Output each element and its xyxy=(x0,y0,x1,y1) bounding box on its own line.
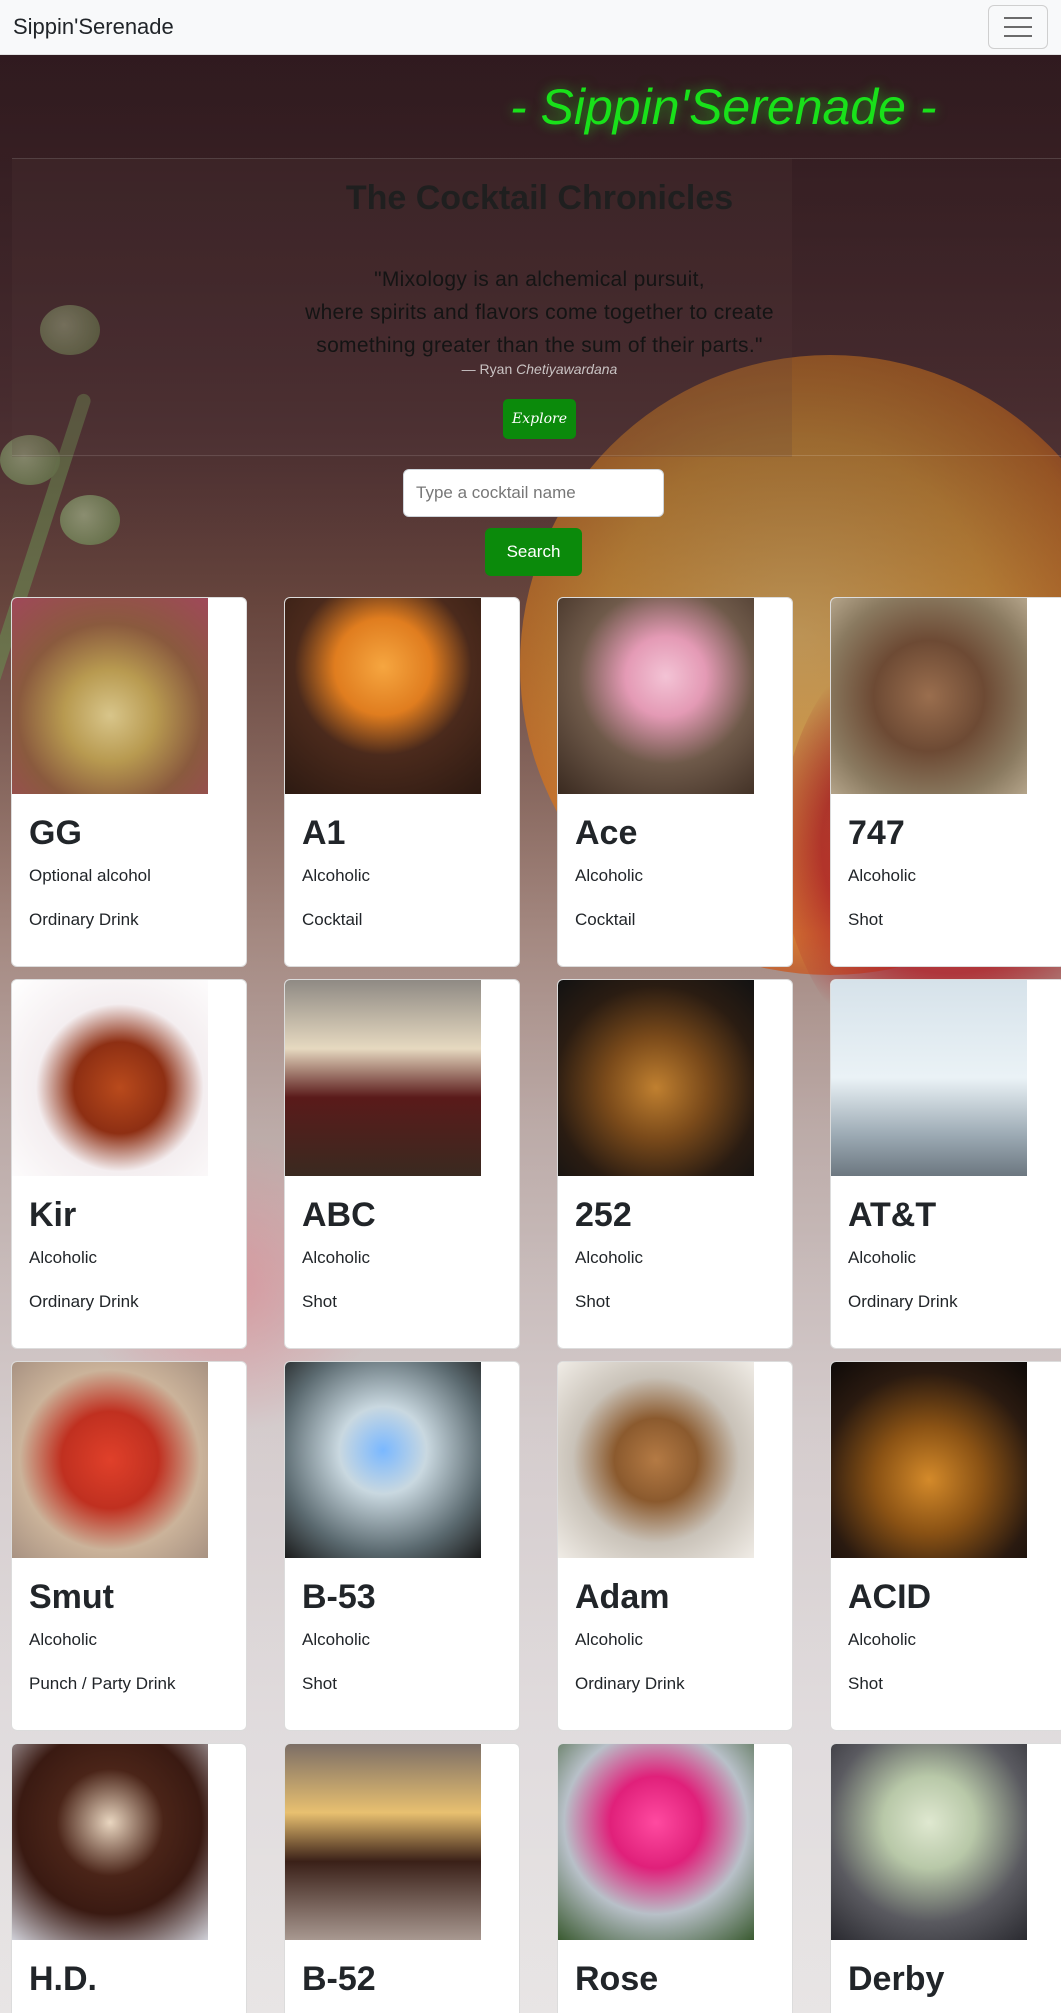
cocktail-image[interactable] xyxy=(12,598,208,794)
cocktail-name: AT&T xyxy=(848,1196,937,1234)
cocktail-card[interactable]: DerbyAlcoholic xyxy=(830,1743,1061,2013)
cocktail-name: 252 xyxy=(575,1196,632,1234)
cocktail-image[interactable] xyxy=(285,980,481,1176)
cocktail-card[interactable]: Adam Alcoholic Ordinary Drink xyxy=(557,1361,793,1731)
cocktail-category: Cocktail xyxy=(575,910,636,929)
quote-author: — Ryan Chetiyawardana xyxy=(461,361,618,377)
cocktail-category: Shot xyxy=(848,910,883,929)
cocktail-image[interactable] xyxy=(831,598,1027,794)
cocktail-image[interactable] xyxy=(558,980,754,1176)
explore-button[interactable]: Explore xyxy=(503,399,576,439)
cocktail-card[interactable]: 747 Alcoholic Shot xyxy=(830,597,1061,967)
cocktail-card[interactable]: ACID Alcoholic Shot xyxy=(830,1361,1061,1731)
cocktail-alcoholic-type: Alcoholic xyxy=(302,866,371,885)
cocktail-image[interactable] xyxy=(285,598,481,794)
cocktail-image[interactable] xyxy=(12,1744,208,1940)
cocktail-alcoholic-type: Alcoholic xyxy=(848,1248,917,1267)
cocktail-alcoholic-type: Alcoholic xyxy=(29,1630,98,1649)
cocktail-category: Ordinary Drink xyxy=(29,1292,139,1311)
cocktail-image[interactable] xyxy=(831,1362,1027,1558)
cocktail-card[interactable]: Smut Alcoholic Punch / Party Drink xyxy=(11,1361,247,1731)
quote: "Mixology is an alchemical pursuit, wher… xyxy=(305,268,774,357)
cocktail-name: ACID xyxy=(848,1578,932,1616)
cocktail-name: B-53 xyxy=(302,1578,376,1616)
cocktail-name: Derby xyxy=(848,1960,945,1998)
cocktail-card[interactable]: ABC Alcoholic Shot xyxy=(284,979,520,1349)
cocktail-image[interactable] xyxy=(558,598,754,794)
cocktail-name: Ace xyxy=(575,814,638,852)
cocktail-card[interactable]: GG Optional alcohol Ordinary Drink xyxy=(11,597,247,967)
cocktail-name: ABC xyxy=(302,1196,376,1234)
cocktail-alcoholic-type: Alcoholic xyxy=(302,1630,371,1649)
cocktail-category: Ordinary Drink xyxy=(575,1674,685,1693)
cocktail-category: Ordinary Drink xyxy=(29,910,139,929)
cocktail-alcoholic-type: Alcoholic xyxy=(848,1630,917,1649)
cocktail-card[interactable]: H.D.Alcoholic xyxy=(11,1743,247,2013)
cocktail-alcoholic-type: Alcoholic xyxy=(29,1248,98,1267)
site-title: - Sippin'Serenade - xyxy=(510,79,937,135)
search-input[interactable] xyxy=(403,469,664,517)
navbar: Sippin'Serenade xyxy=(0,0,1061,55)
cocktail-category: Punch / Party Drink xyxy=(29,1674,176,1693)
cocktail-image[interactable] xyxy=(12,1362,208,1558)
cocktail-card[interactable]: Kir Alcoholic Ordinary Drink xyxy=(11,979,247,1349)
cocktail-image[interactable] xyxy=(285,1362,481,1558)
cocktail-card[interactable]: A1 Alcoholic Cocktail xyxy=(284,597,520,967)
cocktail-category: Cocktail xyxy=(302,910,363,929)
cocktail-category: Shot xyxy=(848,1674,883,1693)
cocktail-category: Shot xyxy=(302,1292,337,1311)
cocktail-card[interactable]: B-52Alcoholic xyxy=(284,1743,520,2013)
cocktail-card[interactable]: Ace Alcoholic Cocktail xyxy=(557,597,793,967)
cocktail-name: 747 xyxy=(848,814,905,852)
cocktail-name: A1 xyxy=(302,814,346,852)
cocktail-alcoholic-type: Alcoholic xyxy=(575,1630,644,1649)
cocktail-card[interactable]: AT&T Alcoholic Ordinary Drink xyxy=(830,979,1061,1349)
cocktail-card[interactable]: 252 Alcoholic Shot xyxy=(557,979,793,1349)
cocktail-name: B-52 xyxy=(302,1960,376,1998)
cocktail-alcoholic-type: Alcoholic xyxy=(302,1248,371,1267)
cocktail-card[interactable]: B-53 Alcoholic Shot xyxy=(284,1361,520,1731)
cocktail-name: Kir xyxy=(29,1196,77,1234)
cocktail-image[interactable] xyxy=(12,980,208,1176)
cocktail-category: Ordinary Drink xyxy=(848,1292,958,1311)
cocktail-name: Rose xyxy=(575,1960,659,1998)
cocktail-alcoholic-type: Optional alcohol xyxy=(29,866,151,885)
cocktail-name: GG xyxy=(29,814,82,852)
cocktail-image[interactable] xyxy=(558,1744,754,1940)
hamburger-icon xyxy=(1004,17,1032,19)
cocktail-image[interactable] xyxy=(831,980,1027,1176)
cocktail-alcoholic-type: Alcoholic xyxy=(848,866,917,885)
page-title: The Cocktail Chronicles xyxy=(345,179,734,217)
cocktail-card[interactable]: RoseAlcoholic xyxy=(557,1743,793,2013)
cocktail-alcoholic-type: Alcoholic xyxy=(575,866,644,885)
cocktail-name: Smut xyxy=(29,1578,114,1616)
cocktail-name: Adam xyxy=(575,1578,670,1616)
menu-toggle-button[interactable] xyxy=(988,5,1048,49)
search-button[interactable]: Search xyxy=(485,528,582,576)
hero-section: The Cocktail Chronicles "Mixology is an … xyxy=(12,158,1061,457)
brand-link[interactable]: Sippin'Serenade xyxy=(13,14,174,40)
cocktail-image[interactable] xyxy=(285,1744,481,1940)
cocktail-image[interactable] xyxy=(831,1744,1027,1940)
cocktail-category: Shot xyxy=(575,1292,610,1311)
cocktail-category: Shot xyxy=(302,1674,337,1693)
cocktail-alcoholic-type: Alcoholic xyxy=(575,1248,644,1267)
cocktail-name: H.D. xyxy=(29,1960,97,1998)
cocktail-image[interactable] xyxy=(558,1362,754,1558)
